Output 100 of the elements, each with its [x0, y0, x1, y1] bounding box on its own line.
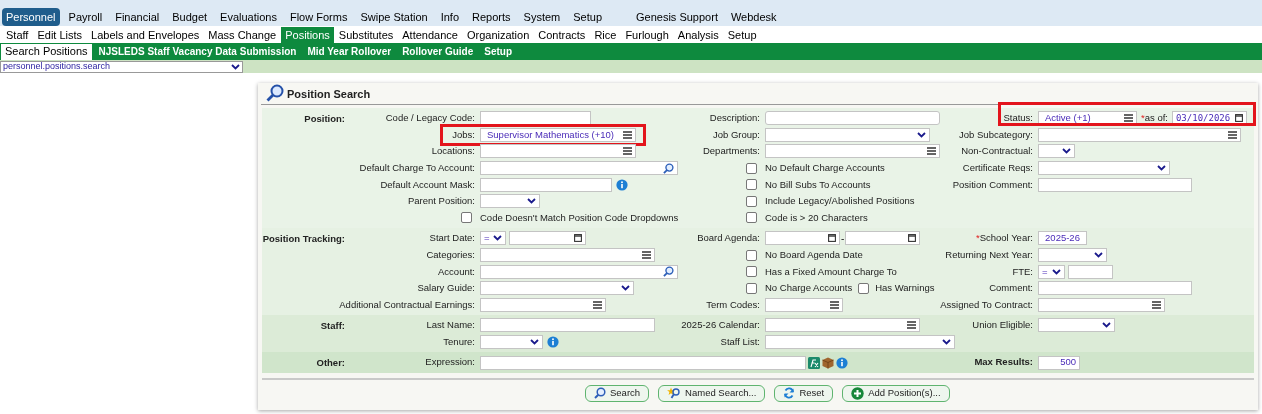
- date-field[interactable]: [845, 231, 921, 246]
- menu-icon[interactable]: [907, 321, 916, 330]
- action-button[interactable]: Search: [585, 384, 650, 402]
- lookup-field[interactable]: [480, 264, 678, 279]
- page-menu-tab[interactable]: Setup: [480, 43, 517, 60]
- action-button[interactable]: Add Position(s)...: [842, 384, 950, 402]
- text-field[interactable]: [765, 111, 940, 126]
- sub-menu-tab[interactable]: Staff: [2, 27, 33, 43]
- menu-icon[interactable]: [927, 147, 936, 156]
- page-menu-tab[interactable]: NJSLEDS Staff Vacancy Data Submission: [94, 43, 301, 60]
- main-menu-item[interactable]: Webdesk: [726, 7, 781, 27]
- dropdown[interactable]: [1038, 144, 1075, 159]
- menu-icon[interactable]: [1152, 300, 1161, 309]
- checkbox[interactable]: [461, 212, 472, 224]
- text-field[interactable]: [480, 177, 612, 192]
- sub-menu-tab[interactable]: Furlough: [621, 27, 673, 43]
- sub-menu-tab[interactable]: Analysis: [673, 27, 723, 43]
- menu-icon[interactable]: [623, 147, 632, 156]
- lookup-field[interactable]: [480, 161, 678, 176]
- field-label: Expression:: [425, 355, 475, 370]
- field-label: Job Subcategory:: [959, 127, 1033, 142]
- main-menu-item[interactable]: Flow Forms: [285, 7, 352, 27]
- menu-icon[interactable]: [1228, 130, 1237, 139]
- main-menu-item[interactable]: Swipe Station: [356, 7, 432, 27]
- multi-select-field[interactable]: [1038, 127, 1241, 142]
- info-icon[interactable]: [547, 336, 559, 348]
- text-field[interactable]: [480, 111, 591, 126]
- main-menu-item[interactable]: Info: [436, 7, 464, 27]
- search-icon[interactable]: [663, 266, 674, 278]
- search-icon[interactable]: [594, 387, 606, 400]
- chevron-down-icon: [527, 198, 536, 205]
- sub-menu-tab[interactable]: Setup: [723, 27, 761, 43]
- sub-menu-tab[interactable]: Rice: [590, 27, 621, 43]
- multi-select-field[interactable]: [480, 297, 606, 312]
- checkbox[interactable]: [746, 266, 757, 278]
- operator-dropdown[interactable]: =: [480, 231, 506, 246]
- action-button[interactable]: Reset: [774, 384, 834, 402]
- page-menu-tab[interactable]: Rollover Guide: [398, 43, 478, 60]
- text-field[interactable]: [480, 318, 655, 333]
- menu-icon[interactable]: [1124, 114, 1133, 123]
- multi-select-field[interactable]: Supervisor Mathematics (+10): [480, 127, 636, 142]
- main-menu-item[interactable]: Payroll: [64, 7, 107, 27]
- field-label: Account:: [438, 264, 475, 279]
- main-menu-item[interactable]: Setup: [569, 7, 606, 27]
- package-icon[interactable]: [822, 356, 834, 369]
- multi-select-field[interactable]: [480, 248, 655, 263]
- page-menu-tab[interactable]: Mid Year Rollover: [303, 43, 396, 60]
- main-menu-item[interactable]: Financial: [111, 7, 164, 27]
- text-field[interactable]: [480, 355, 806, 370]
- date-field[interactable]: [509, 231, 586, 246]
- page-path-dropdown[interactable]: personnel.positions.search: [0, 60, 243, 73]
- main-menu-item[interactable]: Reports: [468, 7, 515, 27]
- star-search-icon: [667, 387, 682, 400]
- sub-menu-tab[interactable]: Attendance: [398, 27, 462, 43]
- checkbox[interactable]: [746, 249, 757, 261]
- info-icon[interactable]: [836, 356, 848, 369]
- sub-menu-tab[interactable]: Edit Lists: [33, 27, 87, 43]
- sub-menu-tab[interactable]: Organization: [462, 27, 534, 43]
- dropdown[interactable]: [480, 335, 543, 349]
- multi-select-field[interactable]: [1038, 297, 1165, 312]
- main-menu-item[interactable]: Budget: [168, 7, 212, 27]
- operator-dropdown[interactable]: =: [1038, 264, 1065, 279]
- menu-icon[interactable]: [623, 130, 632, 139]
- multi-select-field[interactable]: [765, 297, 843, 312]
- checkbox[interactable]: [746, 162, 757, 174]
- date-field[interactable]: [765, 231, 840, 246]
- search-icon[interactable]: [663, 162, 674, 174]
- page-menu-tab[interactable]: Search Positions: [1, 43, 92, 60]
- sub-menu-tab[interactable]: Mass Change: [204, 27, 281, 43]
- calendar-icon[interactable]: [574, 234, 582, 243]
- menu-icon[interactable]: [593, 300, 602, 309]
- multi-select-field[interactable]: [480, 144, 636, 159]
- menu-icon[interactable]: [642, 251, 651, 260]
- action-button[interactable]: Named Search...: [658, 384, 766, 402]
- calendar-icon[interactable]: [828, 234, 836, 243]
- sub-menu-tab[interactable]: Labels and Envelopes: [87, 27, 204, 43]
- text-field[interactable]: 500: [1038, 355, 1080, 370]
- sub-menu-tab[interactable]: Positions: [281, 27, 334, 43]
- function-icon[interactable]: [808, 356, 820, 369]
- text-field[interactable]: [1068, 264, 1113, 279]
- checkbox[interactable]: [746, 179, 757, 191]
- checkbox[interactable]: [746, 195, 757, 207]
- multi-select-field[interactable]: [765, 144, 940, 159]
- text-field[interactable]: [1038, 281, 1192, 296]
- info-icon[interactable]: [616, 178, 628, 191]
- text-field[interactable]: [1038, 177, 1192, 192]
- sub-menu-tab[interactable]: Substitutes: [334, 27, 398, 43]
- multi-select-field[interactable]: [765, 318, 920, 333]
- field-label: Jobs:: [452, 127, 475, 142]
- menu-icon[interactable]: [830, 300, 839, 309]
- main-menu-item[interactable]: System: [519, 7, 565, 27]
- checkbox[interactable]: [858, 282, 870, 294]
- main-menu-item[interactable]: Evaluations: [216, 7, 281, 27]
- checkbox[interactable]: [746, 282, 757, 294]
- calendar-icon[interactable]: [1234, 114, 1243, 123]
- checkbox[interactable]: [746, 212, 757, 224]
- field-label: Assigned To Contract:: [940, 297, 1033, 312]
- calendar-icon[interactable]: [908, 234, 917, 243]
- sub-menu-tab[interactable]: Contracts: [534, 27, 590, 43]
- main-menu-item[interactable]: Genesis Support: [632, 7, 722, 27]
